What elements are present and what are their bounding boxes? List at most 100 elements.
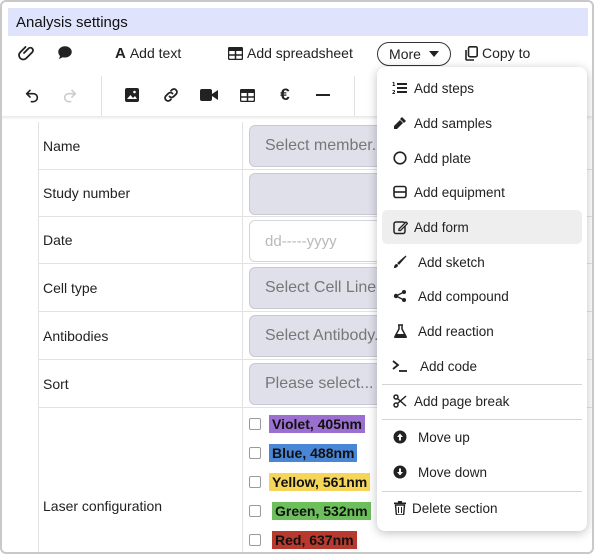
redo-button[interactable] — [58, 82, 82, 108]
more-button[interactable]: More — [377, 42, 451, 66]
more-menu: 12 Add steps Add samples Add plate Add e… — [377, 67, 587, 531]
toolbar-divider — [354, 76, 355, 116]
add-text-button[interactable]: A Add text — [115, 40, 181, 66]
menu-item-label: Add samples — [414, 115, 493, 131]
text-icon: A — [115, 44, 126, 62]
field-label: Date — [43, 232, 73, 248]
table-icon — [228, 46, 243, 60]
trash-icon — [390, 498, 410, 518]
menu-item-add-plate[interactable]: Add plate — [382, 141, 582, 175]
copy-to-button[interactable]: Copy to — [465, 40, 530, 66]
laser-option[interactable]: Red, 637nm — [249, 531, 357, 549]
field-label: Sort — [43, 376, 69, 392]
menu-item-label: Add steps — [414, 80, 475, 96]
menu-item-label: Add compound — [418, 288, 509, 304]
paperclip-icon — [18, 46, 34, 61]
editor-frame: Analysis settings A Add text Add spreads… — [0, 0, 594, 554]
add-text-label: Add text — [129, 45, 182, 61]
attach-button[interactable] — [18, 40, 36, 66]
euro-icon: € — [280, 85, 290, 104]
field-label: Study number — [43, 185, 131, 201]
image-icon — [125, 88, 139, 102]
section-title: Analysis settings — [16, 13, 128, 31]
checkbox[interactable] — [249, 476, 261, 488]
equipment-icon — [390, 182, 410, 202]
checkbox[interactable] — [249, 418, 261, 430]
menu-item-add-page-break[interactable]: Add page break — [382, 384, 582, 418]
insert-link-button[interactable] — [159, 82, 183, 108]
laser-option[interactable]: Violet, 405nm — [249, 415, 366, 433]
menu-item-add-code[interactable]: Add code — [382, 349, 582, 383]
menu-item-add-sketch[interactable]: Add sketch — [382, 245, 582, 279]
brush-icon — [390, 252, 410, 272]
checkbox[interactable] — [249, 534, 261, 546]
menu-item-label: Add equipment — [414, 184, 505, 200]
insert-image-button[interactable] — [120, 82, 144, 108]
menu-item-label: Add sketch — [418, 254, 485, 270]
menu-item-label: Add code — [420, 358, 478, 374]
menu-item-add-equipment[interactable]: Add equipment — [382, 175, 582, 209]
more-label: More — [389, 46, 421, 62]
laser-option[interactable]: Green, 532nm — [249, 502, 371, 520]
list-numbered-icon: 12 — [390, 78, 410, 98]
menu-item-label: Move down — [418, 464, 488, 480]
svg-text:1: 1 — [392, 82, 396, 88]
laser-label: Green, 532nm — [272, 502, 371, 520]
flask-icon — [390, 321, 410, 341]
menu-item-add-reaction[interactable]: Add reaction — [382, 314, 582, 348]
menu-item-add-samples[interactable]: Add samples — [382, 106, 582, 140]
insert-currency-button[interactable]: € — [273, 82, 297, 108]
comment-icon — [58, 46, 72, 59]
menu-item-label: Move up — [418, 429, 470, 445]
section-title-bar: Analysis settings — [8, 8, 588, 36]
laser-label: Yellow, 561nm — [269, 473, 371, 491]
menu-item-label: Add plate — [414, 150, 472, 166]
toolbar-divider — [101, 76, 102, 116]
laser-label: Blue, 488nm — [269, 444, 358, 462]
menu-item-add-compound[interactable]: Add compound — [382, 279, 582, 313]
field-label: Laser configuration — [43, 498, 163, 514]
svg-text:2: 2 — [392, 90, 396, 95]
video-icon — [200, 89, 218, 101]
caret-down-icon — [428, 51, 439, 57]
link-icon — [164, 88, 178, 102]
comment-button[interactable] — [56, 40, 74, 66]
menu-item-label: Add form — [414, 219, 469, 235]
checkbox[interactable] — [249, 505, 261, 517]
add-spreadsheet-button[interactable]: Add spreadsheet — [228, 40, 353, 66]
add-spreadsheet-label: Add spreadsheet — [247, 45, 353, 61]
arrow-down-circle-icon — [390, 462, 410, 482]
copy-to-label: Copy to — [482, 45, 531, 61]
form-edit-icon — [390, 217, 410, 237]
insert-table-button[interactable] — [235, 82, 259, 108]
laser-label: Red, 637nm — [272, 531, 357, 549]
circle-icon — [390, 148, 410, 168]
menu-item-label: Add page break — [414, 393, 510, 409]
laser-option[interactable]: Blue, 488nm — [249, 444, 358, 462]
laser-option[interactable]: Yellow, 561nm — [249, 473, 371, 491]
menu-item-delete-section[interactable]: Delete section — [382, 491, 582, 525]
menu-item-move-down[interactable]: Move down — [382, 455, 582, 489]
menu-item-move-up[interactable]: Move up — [382, 420, 582, 454]
copy-icon — [465, 45, 478, 61]
field-label: Name — [43, 138, 81, 154]
redo-icon — [63, 89, 77, 103]
insert-video-button[interactable] — [197, 82, 221, 108]
undo-button[interactable] — [20, 82, 44, 108]
checkbox[interactable] — [249, 447, 261, 459]
scissors-icon — [390, 391, 410, 411]
table-icon — [239, 88, 255, 102]
field-label: Antibodies — [43, 328, 109, 344]
horizontal-rule-icon — [316, 94, 330, 96]
menu-item-label: Add reaction — [418, 323, 494, 339]
menu-item-add-form[interactable]: Add form — [382, 210, 582, 244]
laser-label: Violet, 405nm — [269, 415, 366, 433]
molecule-icon — [390, 286, 410, 306]
field-label: Cell type — [43, 280, 98, 296]
menu-item-add-steps[interactable]: 12 Add steps — [382, 71, 582, 105]
undo-icon — [25, 89, 39, 103]
arrow-up-circle-icon — [390, 427, 410, 447]
insert-divider-button[interactable] — [311, 82, 335, 108]
pipette-icon — [390, 113, 410, 133]
menu-item-label: Delete section — [412, 500, 498, 516]
